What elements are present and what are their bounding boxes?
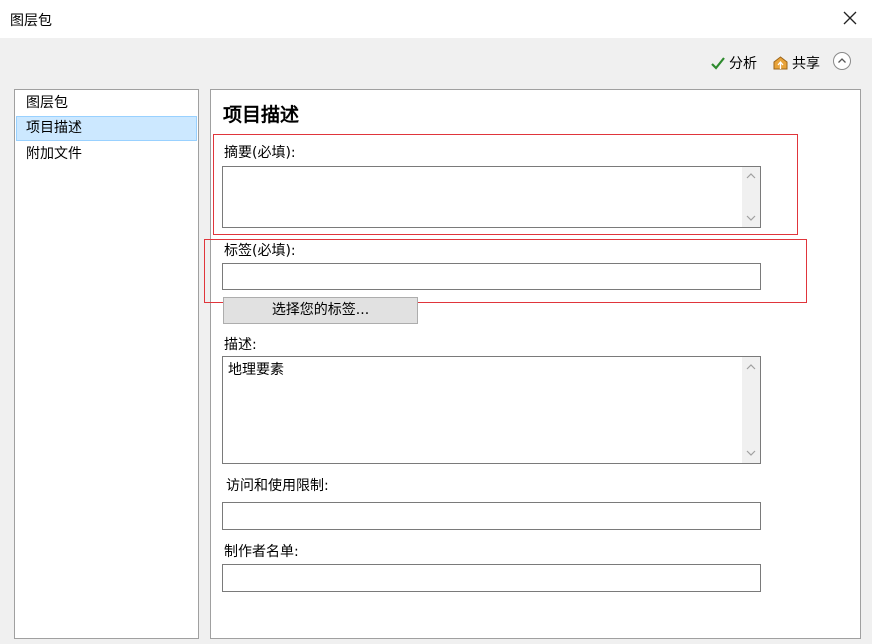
- summary-scrollbar[interactable]: [742, 167, 760, 227]
- nav-item-label: 图层包: [26, 95, 68, 111]
- description-label: 描述:: [224, 337, 257, 353]
- toolbar: 分析 共享: [0, 38, 872, 88]
- summary-label: 摘要(必填):: [224, 145, 296, 161]
- nav-item-label: 项目描述: [26, 120, 82, 136]
- description-value: 地理要素: [228, 362, 284, 378]
- nav-item-layer-package[interactable]: 图层包: [16, 91, 197, 116]
- window-title: 图层包: [10, 13, 52, 29]
- item-description-panel: 项目描述 摘要(必填): 标签(必填): 选择您的标签... 描述: 地理要素 …: [204, 89, 861, 639]
- tags-label: 标签(必填):: [224, 243, 296, 259]
- close-icon: [843, 11, 857, 25]
- scroll-up-icon: [746, 364, 756, 370]
- nav-item-additional-files[interactable]: 附加文件: [16, 142, 197, 167]
- nav-item-label: 附加文件: [26, 146, 82, 162]
- nav-item-item-description[interactable]: 项目描述: [16, 116, 197, 141]
- page-title: 项目描述: [223, 104, 300, 126]
- analyze-label: 分析: [729, 56, 757, 72]
- choose-tags-button[interactable]: 选择您的标签...: [223, 297, 418, 324]
- share-button[interactable]: 共享: [772, 52, 820, 74]
- summary-textarea[interactable]: [222, 166, 761, 228]
- navigation-list: 图层包 项目描述 附加文件: [14, 89, 199, 639]
- tags-input[interactable]: [222, 263, 761, 290]
- checkmark-icon: [711, 57, 725, 70]
- share-package-icon: [773, 55, 788, 69]
- scroll-up-icon: [746, 173, 756, 179]
- analyze-button[interactable]: 分析: [710, 52, 757, 74]
- scroll-down-icon: [746, 215, 756, 221]
- close-button[interactable]: [840, 8, 860, 28]
- credits-label: 制作者名单:: [224, 544, 299, 560]
- title-bar: 图层包: [0, 0, 872, 38]
- description-textarea[interactable]: 地理要素: [222, 356, 761, 464]
- share-label: 共享: [792, 56, 820, 72]
- access-constraints-input[interactable]: [222, 502, 761, 530]
- collapse-toolbar-button[interactable]: [832, 51, 852, 71]
- access-constraints-label: 访问和使用限制:: [226, 478, 329, 494]
- scroll-down-icon: [746, 450, 756, 456]
- credits-input[interactable]: [222, 564, 761, 592]
- description-scrollbar[interactable]: [742, 357, 760, 463]
- chevron-up-circle-icon: [833, 52, 851, 70]
